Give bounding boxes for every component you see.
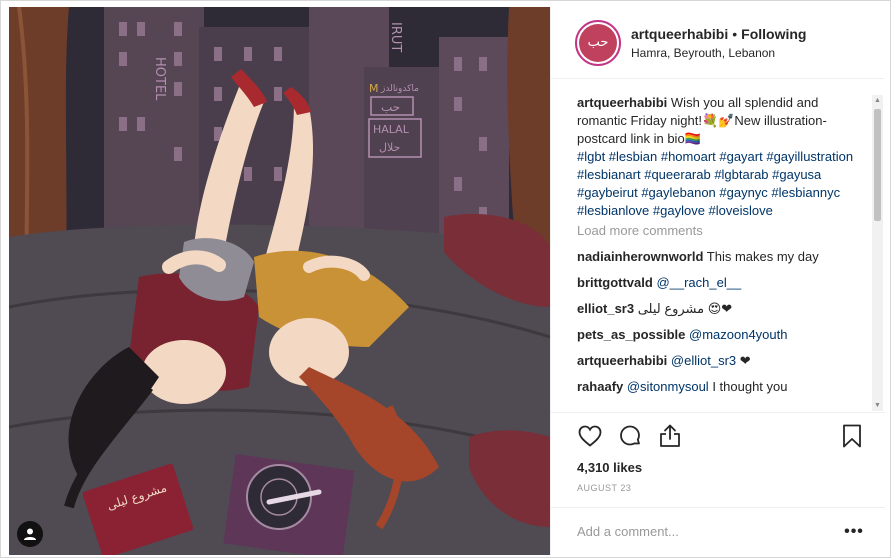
comment-text: مشروع ليلى 😍❤ (634, 301, 733, 316)
scroll-up-arrow-icon[interactable]: ▲ (872, 95, 883, 106)
heart-icon (578, 425, 602, 447)
separator-dot: • (732, 26, 738, 42)
post-side-panel: حب artqueerhabibi • Following Hamra, Beyro… (550, 7, 885, 555)
comment-text: This makes my day (703, 249, 819, 264)
comment-mention[interactable]: @mazoon4youth (685, 327, 787, 342)
avatar-image: حب (579, 23, 617, 62)
halal-arabic-sign: حلال (379, 141, 400, 154)
comment-item: elliot_sr3 مشروع ليلى 😍❤ (577, 300, 863, 318)
bookmark-icon (843, 424, 861, 448)
post-caption: artqueerhabibi Wish you all splendid and… (577, 94, 863, 220)
comment-username[interactable]: brittgottvald (577, 275, 653, 290)
mcdonalds-sign: M (369, 82, 379, 95)
comment-button[interactable] (617, 423, 643, 449)
author-username[interactable]: artqueerhabibi (631, 26, 728, 42)
header-text: artqueerhabibi • Following Hamra, Beyrouth… (631, 25, 806, 60)
illustration: HOTEL IRUT M ماكدونالدز حب HALAL حلال مش… (9, 7, 550, 555)
location-link[interactable]: Hamra, Beyrouth, Lebanon (631, 46, 806, 60)
post-date: AUGUST 23 (577, 483, 632, 493)
header-row: artqueerhabibi • Following (631, 25, 806, 43)
comment-item: nadiainherownworld This makes my day (577, 248, 863, 266)
caption-hashtags[interactable]: #lgbt #lesbian #homoart #gayart #gayillu… (577, 148, 863, 220)
post-image[interactable]: HOTEL IRUT M ماكدونالدز حب HALAL حلال مش… (9, 7, 550, 555)
hotel-sign: HOTEL (152, 57, 167, 101)
comment-mention[interactable]: @sitonmysoul (623, 379, 709, 394)
mcdonalds-arabic-sign: ماكدونالدز (380, 84, 419, 94)
scrollbar-thumb[interactable] (874, 109, 881, 221)
post-actions-section: 4,310 likes AUGUST 23 (551, 412, 885, 506)
user-tag-icon[interactable] (17, 521, 43, 547)
halal-sign: HALAL (373, 123, 410, 136)
comment-item: rahaafy @sitonmysoul I thought you (577, 378, 863, 396)
comment-username[interactable]: elliot_sr3 (577, 301, 634, 316)
following-button[interactable]: Following (741, 26, 806, 42)
add-comment-input[interactable] (577, 524, 845, 539)
caption-username[interactable]: artqueerhabibi (577, 95, 667, 110)
scroll-down-arrow-icon[interactable]: ▼ (872, 400, 883, 411)
comment-username[interactable]: pets_as_possible (577, 327, 685, 342)
comment-item: brittgottvald @__rach_el__ (577, 274, 863, 292)
more-options-button[interactable]: ••• (844, 523, 863, 541)
comment-username[interactable]: artqueerhabibi (577, 353, 667, 368)
post-header: حب artqueerhabibi • Following Hamra, Beyro… (551, 7, 884, 79)
comment-mention[interactable]: @elliot_sr3 (667, 353, 736, 368)
comment-text: ❤ (736, 353, 751, 368)
comments-scrollbar[interactable]: ▲ ▼ (872, 95, 883, 411)
irut-sign: IRUT (388, 22, 403, 52)
comments-list[interactable]: artqueerhabibi Wish you all splendid and… (551, 94, 885, 410)
like-button[interactable] (577, 423, 603, 449)
hob-sign: حب (381, 100, 400, 114)
avatar[interactable]: حب (575, 19, 621, 66)
likes-count[interactable]: 4,310 likes (577, 459, 865, 477)
comment-icon (620, 425, 640, 446)
action-bar (577, 413, 865, 459)
comment-item: artqueerhabibi @elliot_sr3 ❤ (577, 352, 863, 370)
share-button[interactable] (657, 423, 683, 449)
comment-username[interactable]: rahaafy (577, 379, 623, 394)
comment-text: I thought you (708, 379, 788, 394)
comment-item: pets_as_possible @mazoon4youth (577, 326, 863, 344)
save-button[interactable] (839, 423, 865, 449)
load-more-comments-button[interactable]: Load more comments (577, 222, 863, 240)
comment-mention[interactable]: @__rach_el__ (653, 275, 741, 290)
share-icon (660, 424, 680, 447)
instagram-post-window: HOTEL IRUT M ماكدونالدز حب HALAL حلال مش… (0, 0, 891, 558)
comment-username[interactable]: nadiainherownworld (577, 249, 703, 264)
add-comment-bar: ••• (551, 507, 885, 555)
